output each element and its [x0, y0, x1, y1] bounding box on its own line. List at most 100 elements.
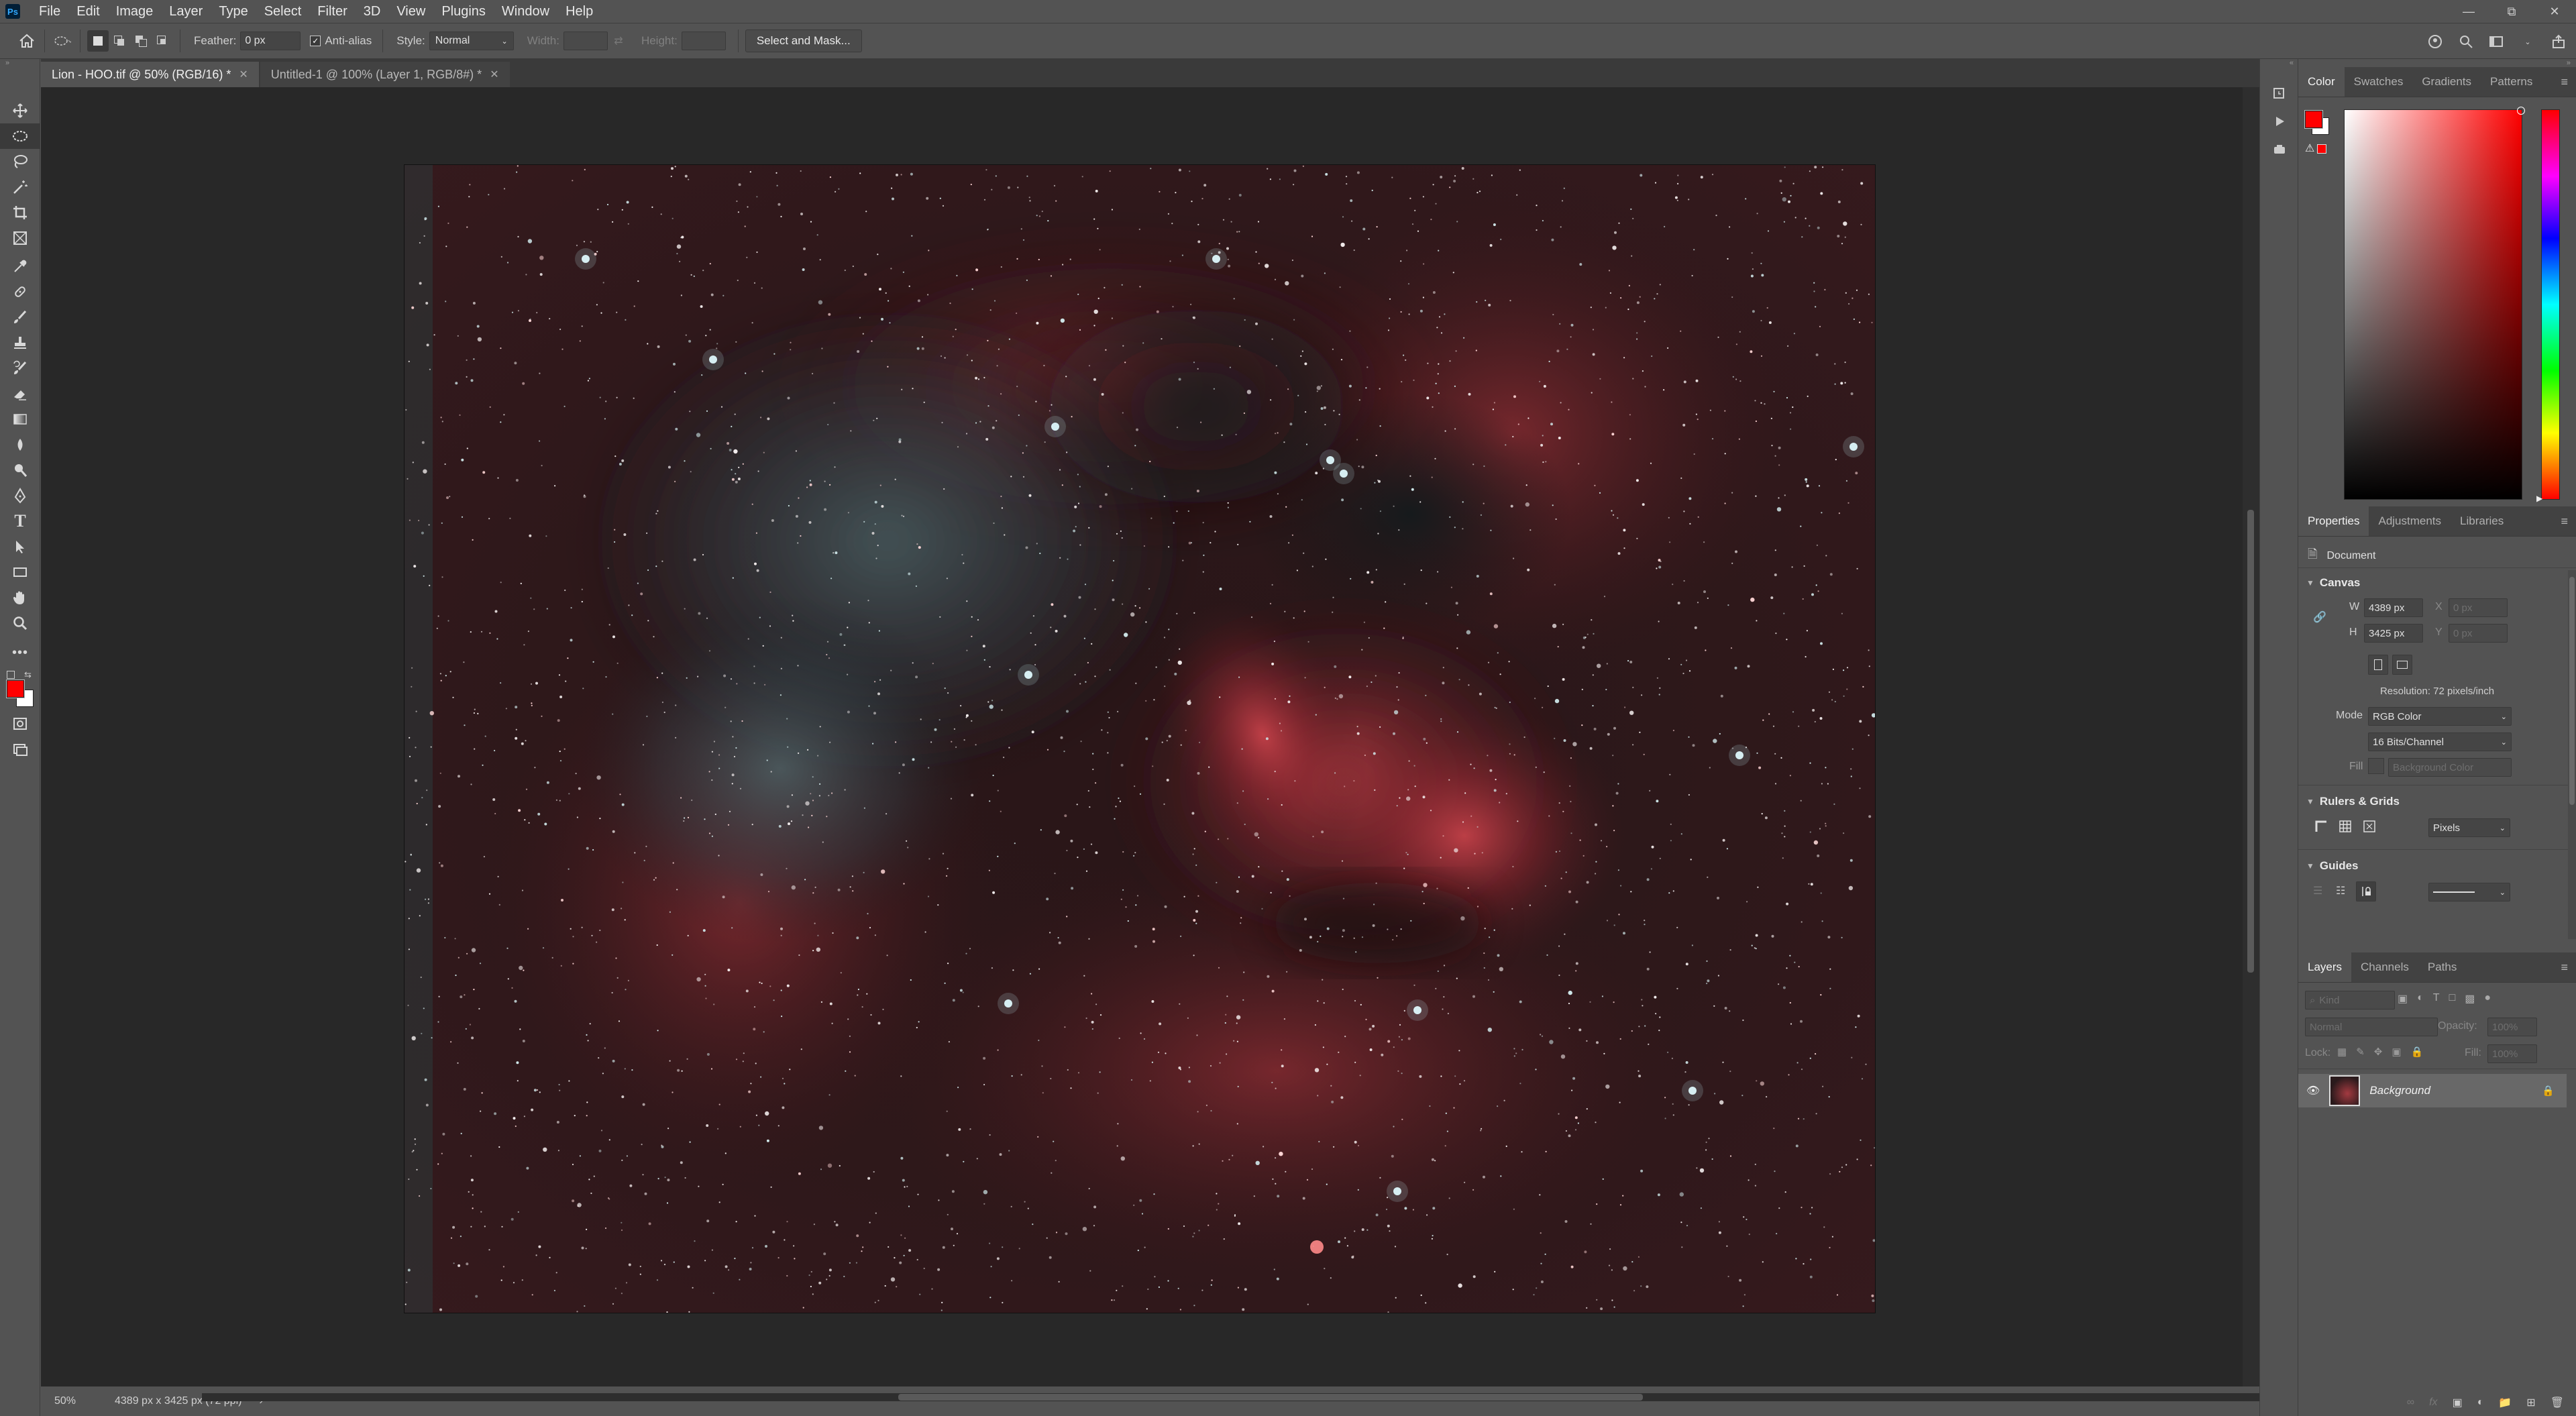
- lock-position-icon[interactable]: ✥: [2374, 1046, 2383, 1058]
- layer-fill-input[interactable]: 100%: [2487, 1044, 2537, 1063]
- search-icon[interactable]: [2455, 31, 2477, 52]
- menu-help[interactable]: Help: [557, 0, 601, 23]
- gamut-warning-icon[interactable]: ⚠: [2305, 142, 2314, 155]
- intersect-selection-icon[interactable]: [152, 30, 173, 52]
- ruler-icon[interactable]: [2312, 817, 2330, 836]
- gradient-tool-icon[interactable]: [0, 406, 40, 432]
- feather-input[interactable]: 0 px: [240, 32, 301, 50]
- collapse-icon[interactable]: »: [2298, 59, 2576, 67]
- canvas-width-input[interactable]: 4389 px: [2364, 598, 2423, 617]
- link-layers-icon[interactable]: ∞: [2407, 1397, 2414, 1409]
- hue-handle[interactable]: ▶: [2536, 494, 2542, 503]
- subtract-from-selection-icon[interactable]: [130, 30, 152, 52]
- menu-view[interactable]: View: [388, 0, 433, 23]
- guides-section-header[interactable]: ▼ Guides: [2298, 855, 2359, 877]
- zoom-tool-icon[interactable]: [0, 610, 40, 636]
- menu-layer[interactable]: Layer: [161, 0, 211, 23]
- new-group-icon[interactable]: 📁: [2498, 1396, 2512, 1409]
- chevron-down-icon[interactable]: ⌄: [2517, 31, 2538, 52]
- magic-wand-tool-icon[interactable]: [0, 174, 40, 200]
- visibility-eye-icon[interactable]: 👁: [2306, 1084, 2320, 1097]
- horizontal-scroll-thumb[interactable]: [898, 1394, 1643, 1401]
- eraser-tool-icon[interactable]: [0, 381, 40, 406]
- share-icon[interactable]: [2548, 31, 2569, 52]
- minimize-icon[interactable]: —: [2447, 0, 2490, 23]
- color-picker-handle[interactable]: [2517, 107, 2525, 115]
- dodge-tool-icon[interactable]: [0, 457, 40, 483]
- tab-adjustments[interactable]: Adjustments: [2369, 506, 2451, 536]
- type-tool-icon[interactable]: T: [0, 508, 40, 534]
- adjustment-filter-icon[interactable]: ◐: [2417, 992, 2424, 1005]
- clone-stamp-tool-icon[interactable]: [0, 330, 40, 356]
- lock-artboard-icon[interactable]: ▣: [2392, 1046, 2401, 1058]
- canvas-x-input[interactable]: 0 px: [2449, 598, 2508, 617]
- hand-tool-icon[interactable]: [0, 585, 40, 610]
- select-and-mask-button[interactable]: Select and Mask...: [745, 30, 862, 52]
- lock-transparency-icon[interactable]: ▦: [2337, 1046, 2347, 1058]
- move-tool-icon[interactable]: [0, 98, 40, 123]
- type-filter-icon[interactable]: T: [2433, 992, 2440, 1005]
- document-canvas[interactable]: [405, 165, 1875, 1313]
- document-tab-untitled[interactable]: Untitled-1 @ 100% (Layer 1, RGB/8#) * ✕: [260, 62, 510, 87]
- collapse-icon[interactable]: »: [0, 59, 40, 68]
- tab-channels[interactable]: Channels: [2351, 952, 2418, 982]
- crop-tool-icon[interactable]: [0, 200, 40, 225]
- tab-paths[interactable]: Paths: [2418, 952, 2466, 982]
- bit-depth-select[interactable]: 16 Bits/Channel ⌄: [2368, 732, 2512, 751]
- canvas-height-input[interactable]: 3425 px: [2364, 624, 2423, 643]
- history-panel-icon[interactable]: [2260, 79, 2299, 107]
- menu-window[interactable]: Window: [494, 0, 557, 23]
- grid-icon[interactable]: [2336, 817, 2355, 836]
- gamut-color-icon[interactable]: [2317, 144, 2326, 154]
- pen-tool-icon[interactable]: [0, 483, 40, 508]
- brush-tool-icon[interactable]: [0, 305, 40, 330]
- horizontal-scrollbar[interactable]: [202, 1393, 2259, 1401]
- tab-swatches[interactable]: Swatches: [2345, 67, 2413, 97]
- swap-dimensions-icon[interactable]: ⇄: [608, 30, 629, 52]
- tab-layers[interactable]: Layers: [2298, 952, 2352, 982]
- screen-mode-icon[interactable]: [0, 737, 40, 762]
- vertical-scrollbar[interactable]: [2243, 87, 2259, 1386]
- lock-icon[interactable]: 🔒: [2542, 1085, 2555, 1097]
- blend-mode-select[interactable]: Normal: [2305, 1018, 2438, 1036]
- marquee-preset-icon[interactable]: [52, 30, 73, 52]
- actions-panel-icon[interactable]: [2260, 107, 2299, 135]
- panel-menu-icon[interactable]: ≡: [2561, 75, 2568, 89]
- height-input[interactable]: [681, 32, 726, 50]
- width-input[interactable]: [563, 32, 608, 50]
- fill-color-swatch[interactable]: [2368, 758, 2384, 774]
- close-icon[interactable]: ✕: [239, 68, 248, 81]
- new-selection-icon[interactable]: [87, 30, 109, 52]
- menu-edit[interactable]: Edit: [68, 0, 107, 23]
- layer-name[interactable]: Background: [2369, 1084, 2430, 1097]
- canvas-y-input[interactable]: 0 px: [2449, 624, 2508, 643]
- hue-slider[interactable]: ▶: [2536, 109, 2560, 503]
- lock-guides-icon[interactable]: [2356, 881, 2376, 902]
- foreground-color-swatch[interactable]: [7, 680, 24, 698]
- zoom-level[interactable]: 50%: [54, 1395, 95, 1407]
- properties-scrollbar[interactable]: [2568, 570, 2576, 939]
- layer-mask-icon[interactable]: ▣: [2453, 1396, 2463, 1409]
- workspace-icon[interactable]: [2486, 31, 2508, 52]
- document-tab-lion[interactable]: Lion - HOO.tif @ 50% (RGB/16) * ✕: [41, 62, 259, 87]
- landscape-orientation-icon[interactable]: [2392, 655, 2412, 675]
- restore-icon[interactable]: ⧉: [2490, 0, 2533, 23]
- close-icon[interactable]: ✕: [2533, 0, 2576, 23]
- color-field[interactable]: [2344, 107, 2525, 500]
- canvas-workspace[interactable]: [41, 87, 2243, 1386]
- color-mode-select[interactable]: RGB Color ⌄: [2368, 707, 2512, 726]
- close-icon[interactable]: ✕: [490, 68, 498, 81]
- delete-layer-icon[interactable]: 🗑: [2551, 1396, 2564, 1409]
- more-tools-icon[interactable]: •••: [0, 640, 40, 665]
- panel-menu-icon[interactable]: ≡: [2561, 961, 2568, 975]
- eyedropper-tool-icon[interactable]: [0, 254, 40, 279]
- lock-pixels-icon[interactable]: ✎: [2356, 1046, 2365, 1058]
- healing-brush-tool-icon[interactable]: [0, 279, 40, 305]
- default-colors-icon[interactable]: [7, 671, 15, 679]
- collapse-icon[interactable]: «: [2260, 59, 2298, 79]
- vertical-scroll-thumb[interactable]: [2247, 510, 2254, 973]
- smart-object-filter-icon[interactable]: ▩: [2465, 992, 2475, 1005]
- home-icon[interactable]: [16, 30, 38, 52]
- portrait-orientation-icon[interactable]: [2368, 655, 2388, 675]
- canvas-section-header[interactable]: ▼ Canvas: [2298, 571, 2360, 594]
